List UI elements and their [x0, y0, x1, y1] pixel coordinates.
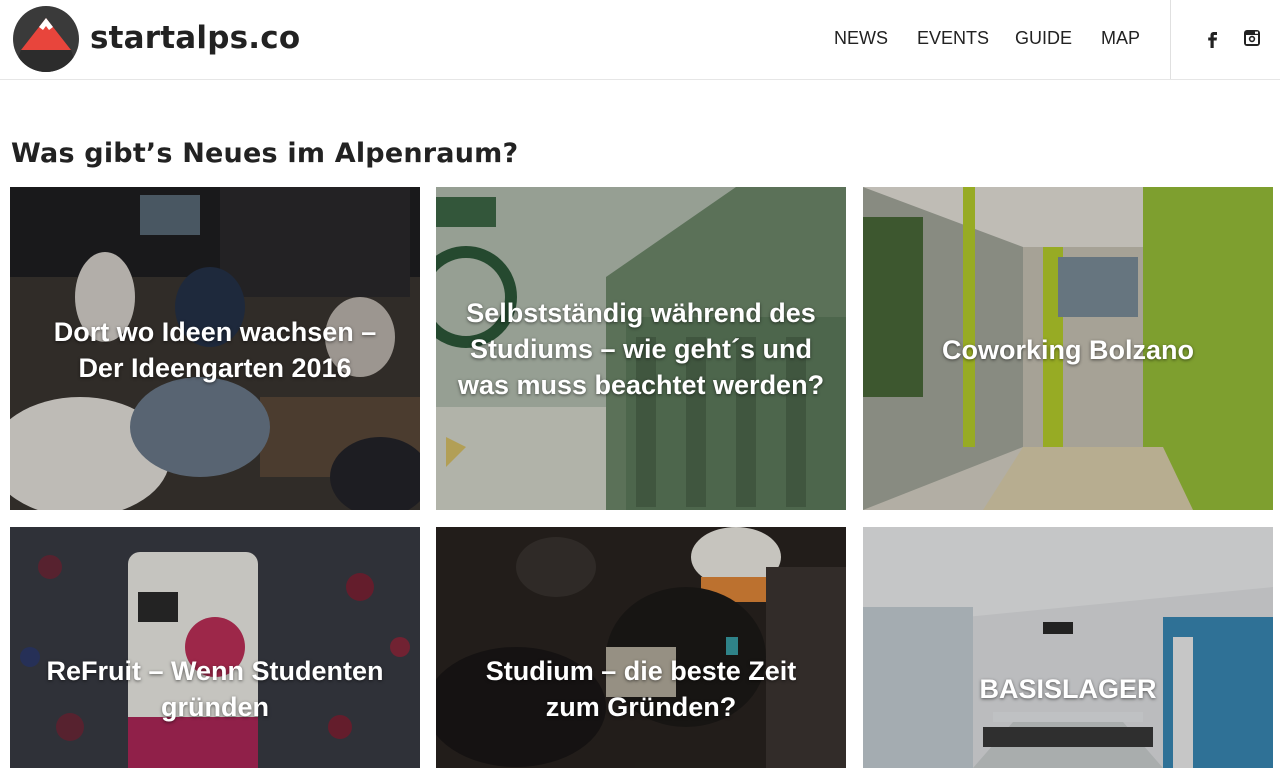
section-title: Was gibt’s Neues im Alpenraum? [11, 138, 519, 169]
tile-title: Studium – die beste Zeit zum Gründen? [456, 653, 826, 725]
tile-overlay [10, 527, 420, 768]
logo-icon[interactable] [13, 6, 79, 72]
article-tile-ideengarten[interactable]: Dort wo Ideen wachsen – Der Ideengarten … [10, 187, 420, 510]
nav-events[interactable]: EVENTS [917, 28, 989, 49]
tile-title: Selbstständig während des Studiums – wie… [456, 295, 826, 403]
tile-title: ReFruit – Wenn Studenten gründen [30, 653, 400, 725]
tile-title-line: ReFruit – Wenn Studenten [46, 656, 384, 686]
tile-title-line: Coworking Bolzano [942, 335, 1194, 365]
instagram-icon[interactable] [1242, 28, 1262, 48]
tile-title-line: Selbstständig während des [466, 298, 816, 328]
article-tile-refruit[interactable]: ReFruit – Wenn Studenten gründen [10, 527, 420, 768]
tile-title-line: gründen [161, 692, 269, 722]
tile-title-line: BASISLAGER [979, 674, 1157, 704]
tile-title: Dort wo Ideen wachsen – Der Ideengarten … [30, 314, 400, 386]
nav-map[interactable]: MAP [1101, 28, 1140, 49]
tile-title-line: Der Ideengarten 2016 [78, 353, 352, 383]
tile-title-line: Studium – die beste Zeit [485, 656, 797, 686]
facebook-icon[interactable] [1203, 28, 1223, 48]
header-divider [1170, 0, 1171, 79]
tile-title: BASISLAGER [883, 671, 1253, 707]
article-tile-coworking[interactable]: Coworking Bolzano [863, 187, 1273, 510]
tile-title-line: was muss beachtet werden? [457, 370, 825, 400]
nav-news[interactable]: NEWS [834, 28, 888, 49]
article-tile-selbststaendig[interactable]: Selbstständig während des Studiums – wie… [436, 187, 846, 510]
tile-overlay [436, 527, 846, 768]
article-tile-studium[interactable]: Studium – die beste Zeit zum Gründen? [436, 527, 846, 768]
logo-text[interactable]: startalps.co [90, 20, 300, 56]
tile-title-line: Dort wo Ideen wachsen – [53, 317, 377, 347]
tile-title-line: Studiums – wie geht´s und [469, 334, 813, 364]
site-header: startalps.co NEWS EVENTS GUIDE MAP [0, 0, 1280, 80]
tile-title-line: zum Gründen? [545, 692, 737, 722]
tile-title: Coworking Bolzano [883, 332, 1253, 368]
article-tile-basislager[interactable]: BASISLAGER [863, 527, 1273, 768]
tile-overlay [863, 527, 1273, 768]
nav-guide[interactable]: GUIDE [1015, 28, 1072, 49]
